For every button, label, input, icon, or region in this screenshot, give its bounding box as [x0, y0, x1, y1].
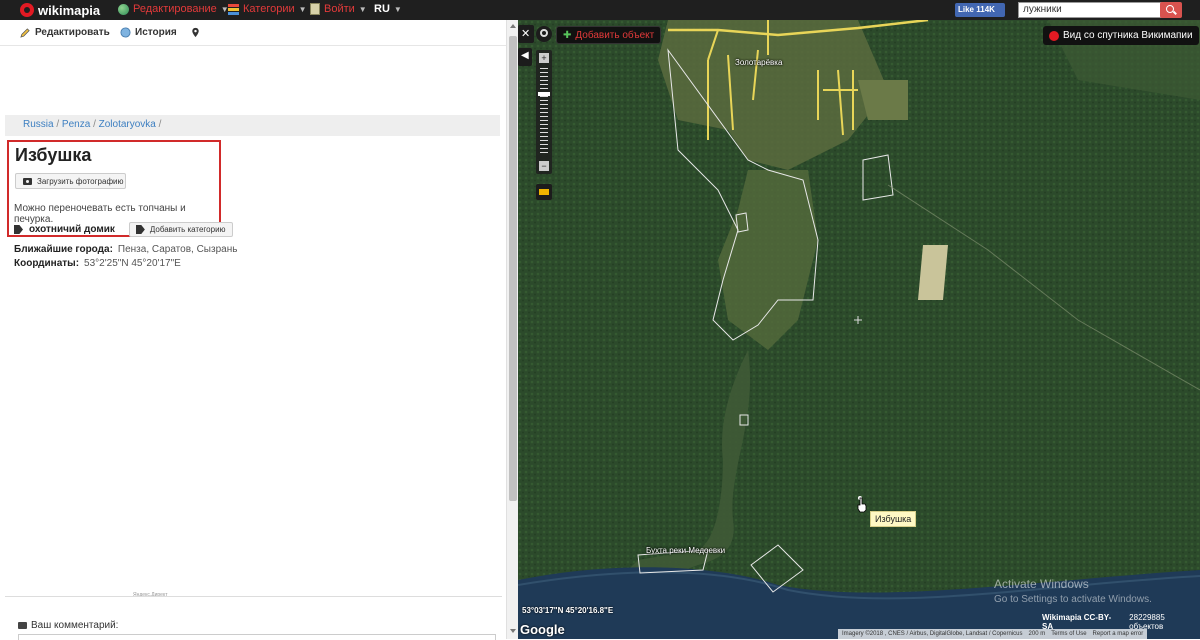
zoom-slider-handle[interactable]	[538, 92, 550, 96]
nav-edit-label: Редактирование	[133, 3, 217, 15]
scroll-thumb[interactable]	[509, 36, 517, 501]
add-object-icon: ✚	[563, 29, 572, 41]
door-icon	[310, 3, 320, 15]
coordinates-value: 53°2'25"N 45°20'17"E	[84, 258, 181, 269]
terms-link[interactable]: Terms of Use	[1051, 631, 1086, 637]
location-pin-button[interactable]	[190, 27, 201, 38]
category-link[interactable]: охотничий домик	[29, 224, 115, 235]
close-icon: ✕	[521, 28, 531, 40]
place-title: Избушка	[15, 145, 92, 165]
search-button[interactable]	[1160, 2, 1182, 18]
activate-windows-title: Activate Windows	[994, 577, 1089, 591]
history-label: История	[135, 27, 177, 38]
language-selector[interactable]: RU ▼	[374, 3, 402, 15]
breadcrumb: Russia / Penza / Zolotaryovka /	[5, 115, 500, 136]
categories-icon	[228, 3, 239, 15]
comment-icon	[18, 622, 27, 629]
zoom-out-button[interactable]: −	[539, 161, 549, 171]
nav-login-label: Войти	[324, 3, 355, 15]
scroll-up-arrow-icon[interactable]	[510, 24, 516, 28]
divider	[5, 596, 502, 597]
globe-history-icon	[120, 27, 131, 38]
panel-toolbar: Редактировать История	[0, 20, 518, 46]
comment-input[interactable]	[18, 634, 496, 640]
bay-label: Бухта реки Медоевки	[646, 546, 726, 555]
add-object-button[interactable]: ✚ Добавить объект	[556, 26, 662, 44]
chevron-left-icon: ◀	[521, 50, 529, 61]
locate-button[interactable]	[536, 26, 552, 42]
satellite-view-label: Вид со спутника Викимапии	[1063, 30, 1193, 41]
map-layers-button[interactable]	[536, 184, 552, 200]
chevron-down-icon: ▼	[298, 4, 307, 14]
layers-icon	[539, 189, 549, 195]
nearest-cities-value: Пенза, Саратов, Сызрань	[117, 244, 238, 255]
nearest-cities: Ближайшие города: Пенза, Саратов, Сызрань	[14, 244, 237, 255]
upload-photo-label: Загрузить фотографию	[37, 176, 124, 186]
breadcrumb-sep: /	[93, 119, 96, 130]
nearest-cities-label: Ближайшие города:	[14, 244, 113, 255]
cursor-coordinates: 53°03'17"N 45°20'16.8"E	[522, 606, 614, 615]
map-scale: 200 m	[1028, 631, 1046, 637]
wikimapia-logo-icon	[20, 3, 34, 17]
hand-cursor-icon	[857, 497, 867, 513]
search-input[interactable]: лужники	[1018, 2, 1180, 18]
add-category-label: Добавить категорию	[149, 225, 226, 234]
activate-windows-subtitle: Go to Settings to activate Windows.	[994, 594, 1152, 605]
breadcrumb-sep: /	[56, 119, 60, 130]
category-row: охотничий домик Добавить категорию	[14, 222, 233, 237]
zoom-control[interactable]: + −	[536, 50, 552, 174]
facebook-like-button[interactable]: Like 114K	[955, 3, 1005, 17]
collapse-panel-button[interactable]: ◀	[518, 48, 532, 66]
upload-photo-button[interactable]: Загрузить фотографию	[15, 173, 126, 189]
nav-edit-menu[interactable]: Редактирование ▼	[118, 3, 229, 15]
tag-icon	[14, 225, 23, 234]
comment-label: Ваш комментарий:	[31, 620, 119, 631]
language-label: RU	[374, 3, 390, 15]
place-tooltip: Избушка	[870, 511, 917, 527]
imagery-credit: Imagery ©2018 , CNES / Airbus, DigitalGl…	[842, 631, 1023, 637]
edit-label: Редактировать	[35, 27, 110, 38]
chevron-down-icon: ▼	[358, 4, 367, 14]
chevron-down-icon: ▼	[393, 4, 402, 14]
map-attribution: Imagery ©2018 , CNES / Airbus, DigitalGl…	[838, 629, 1148, 639]
nav-login-menu[interactable]: Войти ▼	[310, 3, 367, 15]
coordinates: Координаты: 53°2'25"N 45°20'17"E	[14, 258, 181, 269]
add-object-label: Добавить объект	[575, 29, 655, 41]
satellite-map[interactable]: Золотарёвка Бухта реки Медоевки ✕ ◀ ✚ До…	[518, 20, 1200, 639]
report-error-link[interactable]: Report a map error	[1093, 631, 1144, 637]
wikimapia-small-icon	[1049, 30, 1059, 41]
target-icon	[540, 29, 548, 37]
panel-scrollbar[interactable]	[506, 20, 518, 639]
edit-button[interactable]: Редактировать	[20, 27, 110, 38]
wikimapia-logo[interactable]: wikimapia	[20, 2, 100, 18]
nav-categories-label: Категории	[243, 3, 295, 15]
zoom-slider-track[interactable]	[540, 68, 548, 154]
camera-icon	[23, 177, 32, 185]
pencil-icon	[20, 28, 30, 38]
add-category-button[interactable]: Добавить категорию	[128, 222, 233, 237]
history-button[interactable]: История	[120, 27, 177, 38]
village-label: Золотарёвка	[735, 58, 783, 67]
map-pin-icon	[192, 27, 199, 38]
globe-icon	[118, 3, 129, 15]
zoom-in-button[interactable]: +	[539, 53, 549, 63]
nav-categories-menu[interactable]: Категории ▼	[228, 3, 307, 15]
top-bar: wikimapia Редактирование ▼ Категории ▼ В…	[0, 0, 1200, 20]
breadcrumb-penza[interactable]: Penza	[62, 119, 90, 130]
breadcrumb-sep: /	[158, 119, 162, 130]
coordinates-label: Координаты:	[14, 258, 80, 269]
breadcrumb-russia[interactable]: Russia	[23, 119, 54, 130]
close-panel-button[interactable]: ✕	[518, 25, 534, 43]
scroll-down-arrow-icon[interactable]	[510, 629, 516, 633]
ad-label: Яндекс.Директ	[133, 592, 168, 598]
breadcrumb-zolotaryovka[interactable]: Zolotaryovka	[99, 119, 156, 130]
google-logo: Google	[520, 622, 565, 637]
place-panel: Редактировать История Russia / Penza / Z…	[0, 20, 518, 640]
satellite-imagery	[518, 20, 1200, 639]
comment-heading: Ваш комментарий:	[18, 620, 118, 631]
satellite-view-toggle[interactable]: Вид со спутника Викимапии	[1043, 26, 1199, 45]
logo-text: wikimapia	[38, 2, 101, 18]
tag-icon	[135, 225, 145, 234]
